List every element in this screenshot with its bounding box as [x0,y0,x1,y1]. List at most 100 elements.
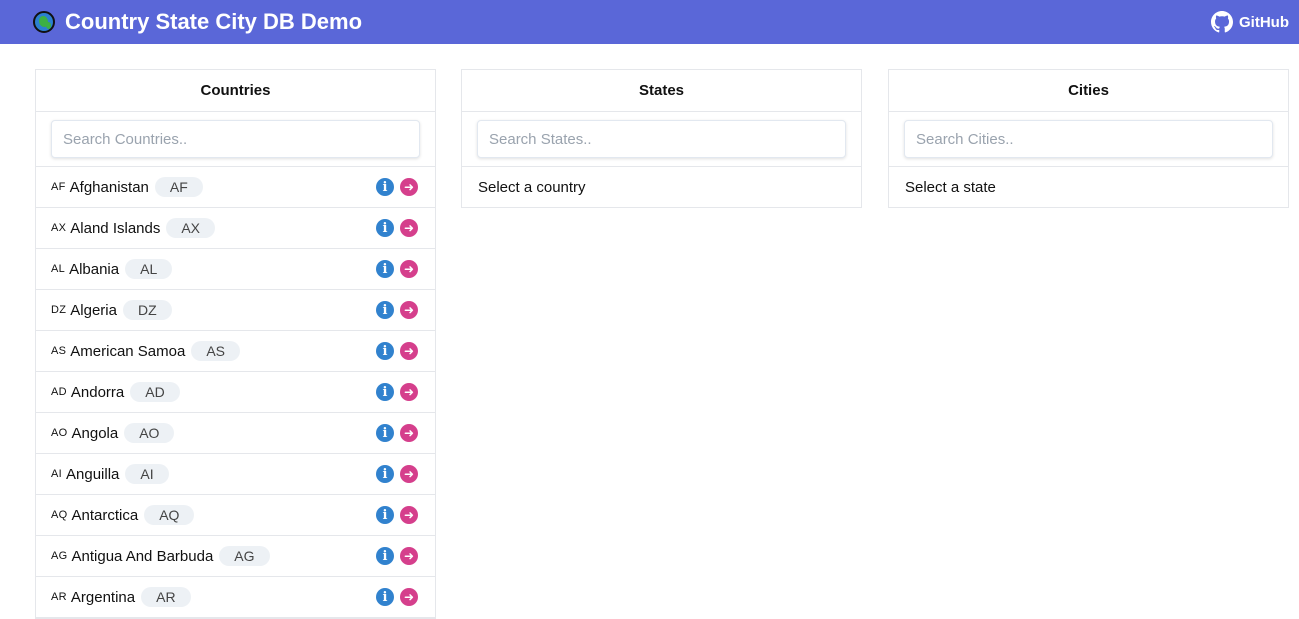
info-circle-icon[interactable]: i [376,342,394,360]
country-name: Angola [71,424,119,442]
country-info: AS American Samoa AS [51,341,241,361]
country-flag: DZ [51,304,67,316]
country-row[interactable]: AX Aland Islands AX i ➜ [36,208,435,249]
arrow-circle-right-icon[interactable]: ➜ [400,301,418,319]
country-flag: AQ [51,509,68,521]
globe-icon [33,11,55,33]
country-row[interactable]: AS American Samoa AS i ➜ [36,331,435,372]
country-info: DZ Algeria DZ [51,300,172,320]
country-info: AX Aland Islands AX [51,218,216,238]
country-flag: AI [51,468,62,480]
country-row[interactable]: AD Andorra AD i ➜ [36,372,435,413]
country-code-badge: AS [191,341,241,361]
country-actions: i ➜ [376,383,418,401]
country-actions: i ➜ [376,260,418,278]
country-row[interactable]: AQ Antarctica AQ i ➜ [36,495,435,536]
github-link[interactable]: GitHub [1211,11,1289,33]
cities-card: Cities Select a state [888,69,1289,208]
info-circle-icon[interactable]: i [376,178,394,196]
info-circle-icon[interactable]: i [376,465,394,483]
arrow-circle-right-icon[interactable]: ➜ [400,506,418,524]
country-name: Aland Islands [70,219,161,237]
country-info: AD Andorra AD [51,382,180,402]
country-flag: AR [51,591,67,603]
country-info: AR Argentina AR [51,587,191,607]
info-circle-icon[interactable]: i [376,301,394,319]
cities-search-wrap [889,112,1288,167]
info-circle-icon[interactable]: i [376,588,394,606]
country-name: Albania [69,260,120,278]
country-name: Anguilla [66,465,120,483]
arrow-circle-right-icon[interactable]: ➜ [400,588,418,606]
country-code-badge: AF [154,177,203,197]
country-code-badge: DZ [122,300,172,320]
country-code-badge: AR [141,587,191,607]
country-code-badge: AL [125,259,173,279]
info-circle-icon[interactable]: i [376,506,394,524]
countries-search-input[interactable] [51,120,420,158]
country-row[interactable]: AL Albania AL i ➜ [36,249,435,290]
country-name: Argentina [70,588,136,606]
country-row[interactable]: DZ Algeria DZ i ➜ [36,290,435,331]
country-code-badge: AQ [144,505,195,525]
info-circle-icon[interactable]: i [376,383,394,401]
github-icon [1211,11,1233,33]
cities-empty-text: Select a state [905,178,996,196]
info-circle-icon[interactable]: i [376,219,394,237]
arrow-circle-right-icon[interactable]: ➜ [400,219,418,237]
country-info: AQ Antarctica AQ [51,505,195,525]
app-title: Country State City DB Demo [65,9,363,34]
country-row[interactable]: AF Afghanistan AF i ➜ [36,167,435,208]
arrow-circle-right-icon[interactable]: ➜ [400,260,418,278]
cities-title: Cities [889,70,1288,112]
country-actions: i ➜ [376,301,418,319]
arrow-circle-right-icon[interactable]: ➜ [400,465,418,483]
github-label: GitHub [1239,13,1289,31]
country-info: AG Antigua And Barbuda AG [51,546,270,566]
country-info: AI Anguilla AI [51,464,169,484]
country-actions: i ➜ [376,178,418,196]
states-search-input[interactable] [477,120,846,158]
country-name: Antarctica [71,506,139,524]
country-code-badge: AI [125,464,169,484]
states-title: States [462,70,861,112]
countries-search-wrap [36,112,435,167]
country-flag: AF [51,181,66,193]
country-flag: AL [51,263,66,275]
country-code-badge: AX [166,218,216,238]
arrow-circle-right-icon[interactable]: ➜ [400,342,418,360]
arrow-circle-right-icon[interactable]: ➜ [400,547,418,565]
brand[interactable]: Country State City DB Demo [33,9,362,35]
arrow-circle-right-icon[interactable]: ➜ [400,424,418,442]
info-circle-icon[interactable]: i [376,547,394,565]
country-actions: i ➜ [376,588,418,606]
country-info: AO Angola AO [51,423,175,443]
country-row[interactable]: AG Antigua And Barbuda AG i ➜ [36,536,435,577]
country-actions: i ➜ [376,424,418,442]
country-code-badge: AO [124,423,175,443]
country-flag: AO [51,427,68,439]
countries-card: Countries AFAfghanistanAFi➜AXAland Islan… [35,69,436,619]
country-code-badge: AG [219,546,270,566]
country-name: Algeria [70,301,117,319]
country-row[interactable]: AR Argentina AR i ➜ [36,577,435,618]
country-name: Antigua And Barbuda [71,547,214,565]
states-card: States Select a country [461,69,862,208]
country-list: AF Afghanistan AF i ➜ AX Aland Islands AX i ➜ AL Al… [36,167,435,618]
country-row[interactable]: AI Anguilla AI i ➜ [36,454,435,495]
country-actions: i ➜ [376,547,418,565]
country-flag: AS [51,345,67,357]
info-circle-icon[interactable]: i [376,260,394,278]
country-info: AL Albania AL [51,259,173,279]
navbar: Country State City DB Demo GitHub [0,0,1299,44]
info-circle-icon[interactable]: i [376,424,394,442]
country-name: Afghanistan [69,178,149,196]
states-search-wrap [462,112,861,167]
arrow-circle-right-icon[interactable]: ➜ [400,178,418,196]
cities-search-input[interactable] [904,120,1273,158]
country-flag: AD [51,386,67,398]
arrow-circle-right-icon[interactable]: ➜ [400,383,418,401]
countries-title: Countries [36,70,435,112]
country-actions: i ➜ [376,342,418,360]
country-row[interactable]: AO Angola AO i ➜ [36,413,435,454]
